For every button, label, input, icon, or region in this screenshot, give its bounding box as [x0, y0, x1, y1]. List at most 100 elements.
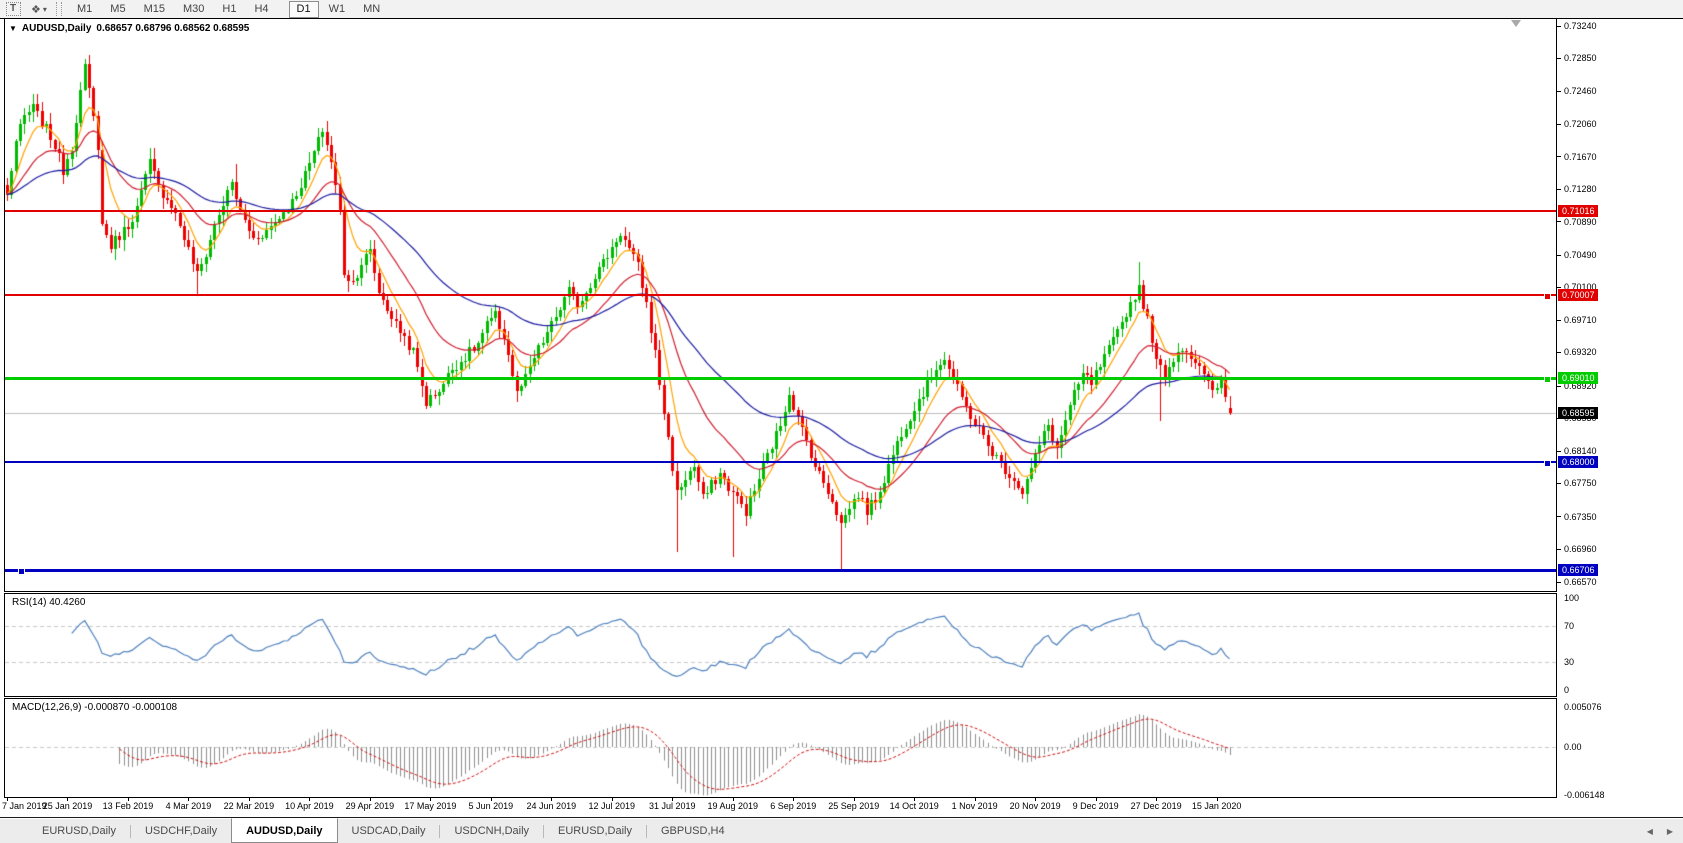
- price-tick-label: 0.71670: [1564, 152, 1597, 162]
- macd-canvas[interactable]: [5, 699, 1556, 797]
- chart-tab-eurusd-daily[interactable]: EURUSD,Daily: [544, 819, 646, 843]
- price-axis-tick: [1557, 320, 1561, 321]
- hline-handle[interactable]: [18, 568, 25, 575]
- chevron-down-icon: ▾: [43, 5, 47, 14]
- date-tick-label: 20 Nov 2019: [1010, 801, 1061, 811]
- date-tick-label: 27 Dec 2019: [1131, 801, 1182, 811]
- date-tick-label: 22 Mar 2019: [224, 801, 275, 811]
- date-tick-label: 24 Jun 2019: [527, 801, 577, 811]
- price-axis-tick: [1557, 549, 1561, 550]
- price-tick-label: 0.67750: [1564, 478, 1597, 488]
- timeframe-button-h4[interactable]: H4: [246, 2, 276, 17]
- price-axis-tick: [1557, 386, 1561, 387]
- arrows-tool-button[interactable]: ❖ ▾: [28, 1, 50, 17]
- chart-dropdown-icon[interactable]: ▼: [9, 24, 17, 33]
- price-tick-label: 0.68140: [1564, 446, 1597, 456]
- price-tick-label: 0.69320: [1564, 347, 1597, 357]
- hline-handle[interactable]: [1544, 293, 1551, 300]
- price-axis-tick: [1557, 255, 1561, 256]
- price-tick-label: 0.72060: [1564, 119, 1597, 129]
- macd-tick-label: -0.006148: [1564, 790, 1605, 800]
- date-tick-label: 12 Jul 2019: [589, 801, 636, 811]
- hline-0.66706[interactable]: [5, 569, 1556, 572]
- macd-tick-label: 0.00: [1564, 742, 1582, 752]
- date-tick-label: 19 Aug 2019: [707, 801, 758, 811]
- date-tick-label: 14 Oct 2019: [890, 801, 939, 811]
- hline-price-label: 0.68000: [1558, 456, 1598, 468]
- hline-0.70007[interactable]: [5, 294, 1556, 296]
- chart-shift-marker[interactable]: [1511, 20, 1521, 27]
- tab-scroll-right-icon[interactable]: ▶: [1667, 827, 1673, 836]
- chart-tab-bar: EURUSD,DailyUSDCHF,DailyAUDUSD,DailyUSDC…: [0, 819, 1683, 843]
- macd-label: MACD(12,26,9) -0.000870 -0.000108: [12, 702, 177, 713]
- rsi-level-label: 70: [1564, 621, 1574, 631]
- price-axis-tick: [1557, 189, 1561, 190]
- date-tick-label: 17 May 2019: [404, 801, 456, 811]
- price-axis-tick: [1557, 156, 1561, 157]
- toolbar-grip[interactable]: [56, 2, 62, 16]
- hline-price-label: 0.66706: [1558, 564, 1598, 576]
- hline-price-label: 0.71016: [1558, 205, 1598, 217]
- chart-tab-eurusd-daily[interactable]: EURUSD,Daily: [28, 819, 130, 843]
- hline-handle[interactable]: [1544, 460, 1551, 467]
- tab-scroll-controls: ◀ ▶: [1647, 819, 1673, 843]
- price-axis-tick: [1557, 516, 1561, 517]
- price-axis-tick: [1557, 58, 1561, 59]
- date-tick-label: 5 Jun 2019: [469, 801, 514, 811]
- rsi-label: RSI(14) 40.4260: [12, 597, 85, 608]
- macd-pane: MACD(12,26,9) -0.000870 -0.000108: [4, 698, 1557, 798]
- chart-tab-usdchf-daily[interactable]: USDCHF,Daily: [131, 819, 231, 843]
- price-tick-label: 0.70490: [1564, 250, 1597, 260]
- hline-handle[interactable]: [1544, 376, 1551, 383]
- rsi-canvas[interactable]: [5, 594, 1556, 696]
- hline-0.68000[interactable]: [5, 461, 1556, 463]
- price-tick-label: 0.72850: [1564, 53, 1597, 63]
- date-tick-label: 7 Jan 2019: [2, 801, 47, 811]
- macd-tick-label: 0.005076: [1564, 702, 1602, 712]
- chart-ohlc-values: 0.68657 0.68796 0.68562 0.68595: [96, 23, 249, 34]
- tab-scroll-left-icon[interactable]: ◀: [1647, 827, 1653, 836]
- date-tick-label: 13 Feb 2019: [103, 801, 154, 811]
- date-tick-label: 31 Jul 2019: [649, 801, 696, 811]
- rsi-pane: RSI(14) 40.4260: [4, 593, 1557, 697]
- hline-0.71016[interactable]: [5, 210, 1556, 212]
- price-axis-tick: [1557, 582, 1561, 583]
- timeframe-button-h1[interactable]: H1: [214, 2, 244, 17]
- price-tick-label: 0.66570: [1564, 577, 1597, 587]
- price-axis-tick: [1557, 91, 1561, 92]
- text-tool-icon: T: [6, 2, 21, 16]
- date-tick-label: 25 Jan 2019: [43, 801, 93, 811]
- chart-title: ▼ AUDUSD,Daily 0.68657 0.68796 0.68562 0…: [9, 23, 249, 34]
- main-chart-canvas[interactable]: [5, 19, 1556, 591]
- price-tick-label: 0.70890: [1564, 217, 1597, 227]
- arrows-tool-icon: ❖: [31, 3, 41, 16]
- chart-tab-gbpusd-h4[interactable]: GBPUSD,H4: [647, 819, 739, 843]
- price-axis-tick: [1557, 287, 1561, 288]
- mt4-window: T ❖ ▾ M1M5M15M30H1H4 D1W1MN RSI(14) 40.42…: [0, 0, 1683, 843]
- price-axis-tick: [1557, 483, 1561, 484]
- timeframe-button-d1[interactable]: D1: [289, 1, 319, 18]
- price-tick-label: 0.71280: [1564, 184, 1597, 194]
- price-axis-tick: [1557, 124, 1561, 125]
- text-tool-button[interactable]: T: [2, 1, 24, 17]
- hline-price-label: 0.69010: [1558, 372, 1598, 384]
- price-axis-tick: [1557, 352, 1561, 353]
- chart-tab-audusd-daily[interactable]: AUDUSD,Daily: [231, 818, 337, 843]
- hline-0.69010[interactable]: [5, 377, 1556, 380]
- price-tick-label: 0.73240: [1564, 21, 1597, 31]
- price-tick-label: 0.66960: [1564, 544, 1597, 554]
- price-tick-label: 0.72460: [1564, 86, 1597, 96]
- date-tick-label: 1 Nov 2019: [952, 801, 998, 811]
- timeframe-buttons: M1M5M15M30H1H4 D1W1MN: [68, 1, 389, 18]
- chart-tab-usdcnh-daily[interactable]: USDCNH,Daily: [440, 819, 543, 843]
- timeframe-button-m15[interactable]: M15: [136, 2, 173, 17]
- timeframe-button-m5[interactable]: M5: [102, 2, 133, 17]
- hline-price-label: 0.70007: [1558, 289, 1598, 301]
- chart-tab-usdcad-daily[interactable]: USDCAD,Daily: [338, 819, 440, 843]
- toolbar: T ❖ ▾ M1M5M15M30H1H4 D1W1MN: [0, 0, 1683, 19]
- timeframe-button-m1[interactable]: M1: [69, 2, 100, 17]
- date-tick-label: 10 Apr 2019: [285, 801, 334, 811]
- timeframe-button-w1[interactable]: W1: [321, 2, 354, 17]
- timeframe-button-m30[interactable]: M30: [175, 2, 212, 17]
- timeframe-button-mn[interactable]: MN: [355, 2, 388, 17]
